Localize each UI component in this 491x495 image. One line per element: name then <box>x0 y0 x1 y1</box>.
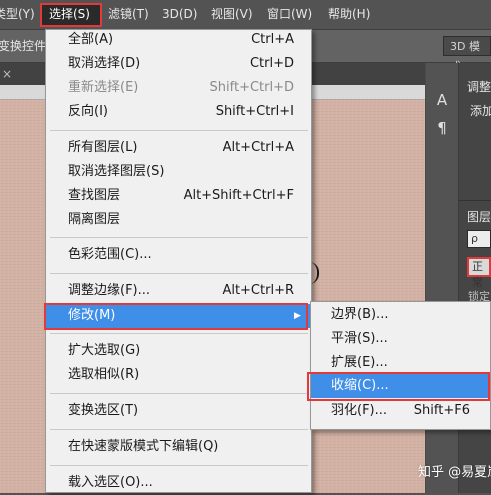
menu-help[interactable]: 帮助(H) <box>328 0 370 29</box>
menu-item-all-layers[interactable]: 所有图层(L) <box>68 136 137 160</box>
menu-view[interactable]: 视图(V) <box>211 0 253 29</box>
submenu-item-feather[interactable]: 羽化(F)... <box>331 399 387 423</box>
menu-item-grow[interactable]: 扩大选取(G) <box>68 339 140 363</box>
submenu-arrow-icon: ▶ <box>294 311 301 321</box>
menu-separator <box>50 429 308 430</box>
shortcut-find-layers: Alt+Shift+Ctrl+F <box>183 188 294 203</box>
layers-tab[interactable]: 图层 <box>467 208 491 226</box>
menu-item-inverse[interactable]: 反向(I) <box>68 100 108 124</box>
panel-divider <box>459 200 491 201</box>
shortcut-reselect: Shift+Ctrl+D <box>209 80 294 95</box>
menu-item-find-layers[interactable]: 查找图层 <box>68 184 120 208</box>
menu-3d[interactable]: 3D(D) <box>162 0 197 29</box>
blend-mode-select[interactable]: 正常 <box>467 257 491 289</box>
adjustments-tab[interactable]: 调整 <box>467 78 491 95</box>
shortcut-deselect: Ctrl+D <box>249 56 294 71</box>
shortcut-refine-edge: Alt+Ctrl+R <box>222 283 294 298</box>
character-panel-icon[interactable]: A <box>432 90 452 110</box>
shortcut-inverse: Shift+Ctrl+I <box>215 104 294 119</box>
menu-item-reselect: 重新选择(E) <box>68 80 139 95</box>
menu-type[interactable]: 类型(Y) <box>0 0 35 29</box>
menu-separator <box>50 130 308 131</box>
menu-item-modify[interactable]: 修改(M) <box>68 304 115 328</box>
shortcut-all: Ctrl+A <box>251 32 294 47</box>
menu-select[interactable]: 选择(S) <box>49 0 90 29</box>
menu-separator <box>50 237 308 238</box>
menu-separator <box>50 465 308 466</box>
menu-item-color-range[interactable]: 色彩范围(C)... <box>68 243 152 267</box>
adjustments-add-label: 添加 <box>470 104 491 118</box>
menu-separator <box>50 333 308 334</box>
menu-item-load-selection[interactable]: 载入选区(O)... <box>68 471 153 495</box>
menu-item-deselect[interactable]: 取消选择(D) <box>68 52 140 76</box>
menu-item-transform-selection[interactable]: 变换选区(T) <box>68 399 138 423</box>
menu-item-quick-mask[interactable]: 在快速蒙版模式下编辑(Q) <box>68 435 218 459</box>
shortcut-feather: Shift+F6 <box>413 403 470 418</box>
menu-window[interactable]: 窗口(W) <box>267 0 312 29</box>
paragraph-panel-icon[interactable]: ¶ <box>432 118 452 138</box>
menu-item-isolate-layers[interactable]: 隔离图层 <box>68 208 120 232</box>
menu-item-refine-edge[interactable]: 调整边缘(F)... <box>68 279 150 303</box>
watermark: 知乎 @易夏岚 <box>418 465 491 480</box>
layer-filter-search-icon[interactable]: ρ <box>467 230 491 248</box>
mode-3d-button[interactable]: 3D 模式 <box>443 36 491 73</box>
submenu-item-smooth[interactable]: 平滑(S)... <box>331 327 388 351</box>
menu-filter[interactable]: 滤镜(T) <box>108 0 149 29</box>
transform-controls-label[interactable]: 变换控件 <box>0 30 46 62</box>
menu-separator <box>50 393 308 394</box>
submenu-item-contract[interactable]: 收缩(C)... <box>331 374 389 398</box>
menu-separator <box>50 273 308 274</box>
submenu-item-border[interactable]: 边界(B)... <box>331 303 388 327</box>
menu-item-all[interactable]: 全部(A) <box>68 28 113 52</box>
close-icon[interactable]: × <box>2 63 22 85</box>
shortcut-all-layers: Alt+Ctrl+A <box>222 140 294 155</box>
menu-item-similar[interactable]: 选取相似(R) <box>68 363 139 387</box>
menu-item-deselect-layers[interactable]: 取消选择图层(S) <box>68 160 164 184</box>
